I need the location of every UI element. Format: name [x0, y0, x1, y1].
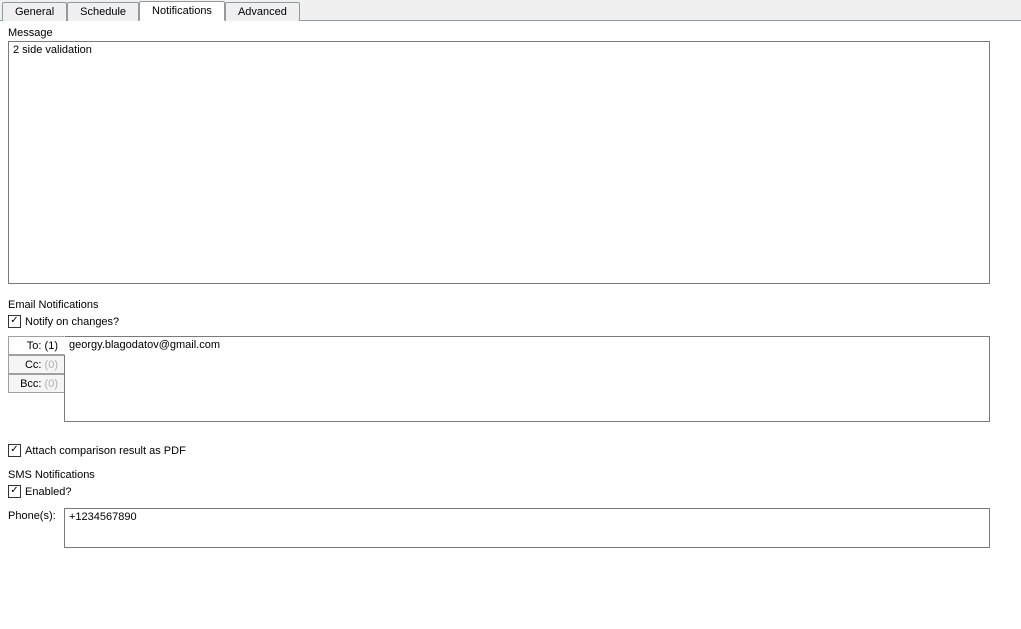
tab-general[interactable]: General [2, 2, 67, 21]
recipient-tab-cc[interactable]: Cc: (0) [8, 355, 64, 374]
tab-schedule[interactable]: Schedule [67, 2, 139, 21]
recipient-to-label: To: [27, 340, 42, 352]
attach-pdf-row: Attach comparison result as PDF [8, 444, 1013, 457]
tab-strip: General Schedule Notifications Advanced [0, 0, 1021, 21]
recipient-to-count: (1) [45, 340, 58, 352]
sms-enabled-checkbox[interactable] [8, 485, 21, 498]
tab-advanced[interactable]: Advanced [225, 2, 300, 21]
phones-input[interactable] [64, 508, 990, 548]
attach-pdf-label: Attach comparison result as PDF [25, 445, 186, 457]
recipient-tab-to[interactable]: To: (1) [8, 336, 65, 355]
message-label: Message [8, 27, 1013, 39]
message-section: Message [8, 27, 1013, 287]
tab-notifications[interactable]: Notifications [139, 1, 225, 21]
notify-on-changes-label: Notify on changes? [25, 316, 119, 328]
sms-section-label: SMS Notifications [8, 469, 1013, 481]
sms-section: SMS Notifications Enabled? Phone(s): [8, 469, 1013, 548]
notify-on-changes-checkbox[interactable] [8, 315, 21, 328]
recipient-bcc-count: (0) [45, 378, 58, 390]
notify-on-changes-row: Notify on changes? [8, 315, 1013, 328]
recipient-cc-count: (0) [45, 359, 58, 371]
email-section: Email Notifications Notify on changes? T… [8, 299, 1013, 457]
email-section-label: Email Notifications [8, 299, 1013, 311]
recipient-block: To: (1) Cc: (0) Bcc: (0) [8, 336, 1013, 422]
recipient-cc-label: Cc: [25, 359, 42, 371]
sms-enabled-label: Enabled? [25, 486, 72, 498]
recipient-input[interactable] [64, 336, 990, 422]
message-input[interactable] [8, 41, 990, 284]
recipient-tab-bcc[interactable]: Bcc: (0) [8, 374, 64, 393]
recipient-bcc-label: Bcc: [20, 378, 41, 390]
sms-enabled-row: Enabled? [8, 485, 1013, 498]
phones-row: Phone(s): [8, 508, 1013, 548]
phones-label: Phone(s): [8, 508, 64, 522]
tab-content-notifications: Message Email Notifications Notify on ch… [0, 21, 1021, 568]
recipient-tabs: To: (1) Cc: (0) Bcc: (0) [8, 336, 64, 393]
attach-pdf-checkbox[interactable] [8, 444, 21, 457]
